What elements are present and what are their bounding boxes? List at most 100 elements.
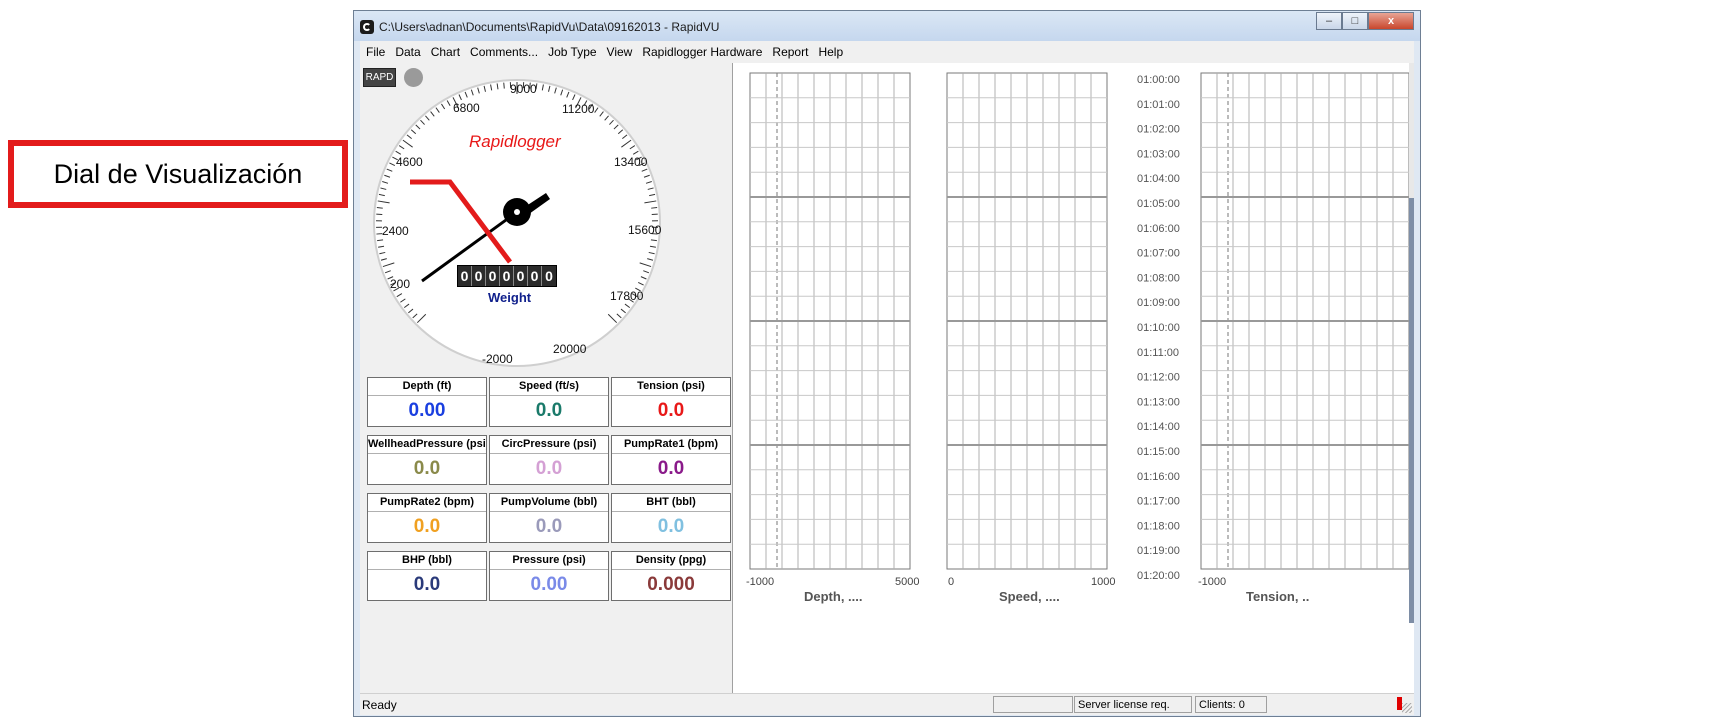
track-min-label: -1000 (746, 576, 774, 588)
gauge-tick-label: 11200 (562, 102, 595, 116)
track-title: Tension, .. (1246, 589, 1309, 604)
time-label: 01:02:00 (1137, 124, 1180, 136)
time-label: 01:05:00 (1137, 198, 1180, 210)
readout-value: 0.0 (535, 516, 563, 537)
time-label: 01:12:00 (1137, 372, 1180, 384)
gauge-tick-label: 15600 (628, 223, 662, 237)
readout-label: PumpVolume (bbl) (490, 494, 608, 512)
time-label: 01:13:00 (1137, 396, 1180, 408)
readout-cell[interactable]: PumpVolume (bbl) 0.0 (489, 493, 609, 543)
callout-pointer (410, 179, 512, 264)
track-max-label: 5000 (895, 576, 919, 588)
readout-label: BHP (bbl) (368, 552, 486, 570)
time-label: 01:16:00 (1137, 471, 1180, 483)
gauge-tick (651, 207, 658, 209)
readout-label: BHT (bbl) (612, 494, 730, 512)
track-max-label: 1000 (1091, 576, 1115, 588)
readout-value: 0.0 (413, 516, 441, 537)
gauge-tick-label: -2000 (482, 352, 513, 366)
vertical-scrollbar[interactable] (1409, 63, 1414, 623)
odometer-digit: 0 (542, 266, 556, 286)
track-min-label: 0 (948, 576, 954, 588)
time-label: 01:00:00 (1137, 74, 1180, 86)
time-label: 01:19:00 (1137, 545, 1180, 557)
minimize-button[interactable]: – (1316, 12, 1342, 30)
status-ready: Ready (362, 698, 397, 712)
readout-cell[interactable]: Depth (ft) 0.00 (367, 377, 487, 427)
readout-value: 0.0 (657, 458, 685, 479)
time-label: 01:15:00 (1137, 446, 1180, 458)
readout-label: CircPressure (psi) (490, 436, 608, 454)
gauge-tick-label: 200 (390, 277, 410, 291)
readout-cell[interactable]: Pressure (psi) 0.00 (489, 551, 609, 601)
callout-box: Dial de Visualización (8, 140, 348, 208)
readout-label: PumpRate2 (bpm) (368, 494, 486, 512)
clients-status: Clients: 0 (1195, 696, 1267, 713)
menu-view[interactable]: View (601, 41, 637, 59)
gauge-tick-label: 17800 (610, 289, 644, 303)
gauge-tick-label: 13400 (614, 155, 648, 169)
log-chart: 01:00:00 01:01:00 01:02:00 01:03:00 01:04:00… (746, 72, 1410, 604)
track-min-label: -1000 (1198, 576, 1226, 588)
readout-value: 0.0 (535, 458, 563, 479)
time-label: 01:14:00 (1137, 421, 1180, 433)
readout-cell[interactable]: PumpRate1 (bpm) 0.0 (611, 435, 731, 485)
time-label: 01:11:00 (1137, 347, 1179, 359)
time-label: 01:20:00 (1137, 570, 1180, 582)
track-title: Depth, .... (804, 589, 863, 604)
readout-value: 0.00 (530, 574, 568, 595)
readout-value: 0.0 (657, 516, 685, 537)
time-label: 01:08:00 (1137, 272, 1180, 284)
menu-help[interactable]: Help (812, 41, 847, 59)
scrollbar-thumb[interactable] (1409, 198, 1414, 623)
gauge-tick-label: 20000 (553, 342, 587, 356)
readout-label: WellheadPressure (psi) (368, 436, 486, 454)
callout-text: Dial de Visualización (53, 158, 303, 189)
time-label: 01:03:00 (1137, 148, 1180, 160)
time-label: 01:18:00 (1137, 520, 1180, 532)
callout-leader-line (410, 179, 512, 264)
menu-job-type[interactable]: Job Type (542, 41, 600, 59)
readout-cell[interactable]: Tension (psi) 0.0 (611, 377, 731, 427)
tracks-grid (749, 72, 1410, 570)
status-bar: Ready Server license req. Clients: 0 (360, 693, 1414, 715)
readout-cell[interactable]: Speed (ft/s) 0.0 (489, 377, 609, 427)
readout-label: Tension (psi) (612, 378, 730, 396)
chart-panel[interactable]: 01:00:00 01:01:00 01:02:00 01:03:00 01:04:00… (732, 63, 1414, 693)
menu-report[interactable]: Report (766, 41, 812, 59)
readout-cell[interactable]: BHP (bbl) 0.0 (367, 551, 487, 601)
time-label: 01:07:00 (1137, 248, 1180, 260)
readout-value: 0.0 (413, 574, 441, 595)
readout-cell[interactable]: Density (ppg) 0.000 (611, 551, 731, 601)
readout-cell[interactable]: BHT (bbl) 0.0 (611, 493, 731, 543)
close-button[interactable]: x (1368, 12, 1414, 30)
readout-cell[interactable]: WellheadPressure (psi) 0.0 (367, 435, 487, 485)
time-label: 01:04:00 (1137, 173, 1180, 185)
readout-cell[interactable]: PumpRate2 (bpm) 0.0 (367, 493, 487, 543)
menu-rapidlogger-hardware[interactable]: Rapidlogger Hardware (636, 41, 766, 59)
readout-value: 0.0 (657, 400, 685, 421)
readout-value: 0.0 (413, 458, 441, 479)
readout-label: Speed (ft/s) (490, 378, 608, 396)
license-status: Server license req. (1074, 696, 1192, 713)
readout-cell[interactable]: CircPressure (psi) 0.0 (489, 435, 609, 485)
time-label: 01:10:00 (1137, 322, 1180, 334)
readout-label: Pressure (psi) (490, 552, 608, 570)
status-panel-empty (993, 696, 1073, 713)
readout-label: PumpRate1 (bpm) (612, 436, 730, 454)
gauge-label: Weight (488, 290, 532, 305)
resize-grip[interactable] (1402, 703, 1412, 713)
time-label: 01:01:00 (1137, 99, 1180, 111)
time-label: 01:09:00 (1137, 297, 1180, 309)
time-label: 01:17:00 (1137, 496, 1180, 508)
readout-value: 0.0 (535, 400, 563, 421)
odometer-digit: 0 (528, 266, 542, 286)
readout-label: Density (ppg) (612, 552, 730, 570)
readout-grid: Depth (ft) 0.00 Speed (ft/s) 0.0 Tension (… (367, 377, 731, 605)
readout-value: 0.00 (408, 400, 446, 421)
readout-value: 0.000 (647, 574, 695, 595)
maximize-button[interactable]: □ (1342, 12, 1368, 30)
track-title: Speed, .... (999, 589, 1060, 604)
readout-label: Depth (ft) (368, 378, 486, 396)
time-label: 01:06:00 (1137, 223, 1180, 235)
